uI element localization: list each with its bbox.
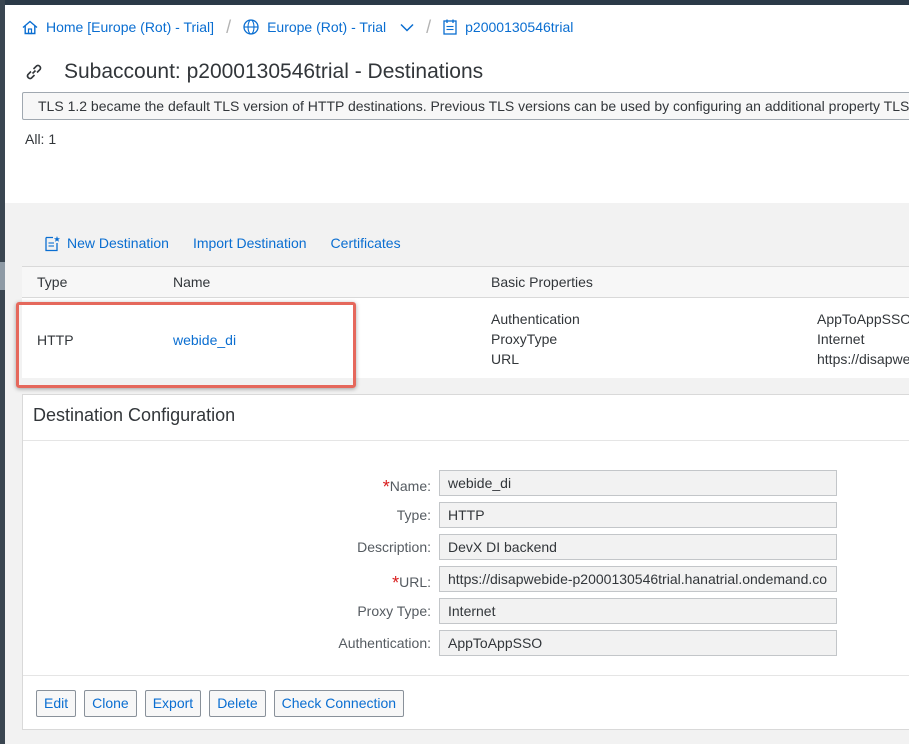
field-type: Type: HTTP: [23, 502, 909, 528]
field-url: *URL: https://disapwebide-p2000130546tri…: [23, 566, 909, 593]
column-type: Type: [37, 274, 68, 290]
breadcrumb-subaccount-label: p2000130546trial: [465, 19, 574, 35]
authentication-field[interactable]: AppToAppSSO: [439, 630, 837, 656]
field-name: *Name: webide_di: [23, 470, 909, 497]
info-banner: TLS 1.2 became the default TLS version o…: [22, 92, 909, 120]
table-header: Type Name Basic Properties: [22, 266, 909, 298]
globe-icon: [243, 19, 259, 35]
row-type: HTTP: [37, 332, 74, 348]
field-authentication: Authentication: AppToAppSSO: [23, 630, 909, 656]
column-basic-properties: Basic Properties: [491, 274, 593, 290]
required-marker: *: [382, 477, 390, 497]
destination-count: All: 1: [25, 131, 57, 147]
subaccount-icon: [443, 19, 457, 35]
config-actions: Edit Clone Export Delete Check Connectio…: [36, 690, 412, 717]
breadcrumb-subaccount[interactable]: p2000130546trial: [443, 19, 573, 35]
property-value: https://disapwe: [817, 351, 909, 367]
config-title: Destination Configuration: [33, 405, 236, 425]
property-value: Internet: [817, 331, 865, 347]
required-marker: *: [392, 573, 400, 593]
field-label: *URL:: [392, 573, 431, 593]
clone-button[interactable]: Clone: [84, 690, 137, 717]
field-label: Proxy Type:: [357, 603, 431, 619]
link-icon: [26, 64, 42, 80]
type-field[interactable]: HTTP: [439, 502, 837, 528]
certificates-button[interactable]: Certificates: [331, 235, 401, 251]
property-key: Authentication: [491, 311, 580, 327]
divider: [23, 675, 909, 676]
breadcrumb-separator: /: [426, 16, 432, 37]
column-name: Name: [173, 274, 211, 290]
property-value: AppToAppSSO: [817, 311, 909, 327]
destination-configuration: Destination Configuration *Name: webide_…: [22, 394, 909, 730]
property-key: ProxyType: [491, 331, 558, 347]
field-proxy-type: Proxy Type: Internet: [23, 598, 909, 624]
field-description: Description: DevX DI backend: [23, 534, 909, 560]
breadcrumb-region[interactable]: Europe (Rot) - Trial: [243, 19, 414, 35]
property-key: URL: [491, 351, 520, 367]
edit-button[interactable]: Edit: [36, 690, 77, 717]
import-destination-label: Import Destination: [192, 235, 307, 251]
breadcrumb: Home [Europe (Rot) - Trial] / Europe (Ro…: [22, 17, 573, 37]
delete-button[interactable]: Delete: [209, 690, 266, 717]
description-field[interactable]: DevX DI backend: [439, 534, 837, 560]
field-label: Authentication:: [338, 635, 431, 651]
export-button[interactable]: Export: [144, 690, 202, 717]
url-field[interactable]: https://disapwebide-p2000130546trial.han…: [439, 566, 837, 592]
destinations-toolbar: New Destination Import Destination Certi…: [44, 232, 429, 254]
row-property-keys: Authentication ProxyType URL: [491, 309, 580, 369]
chevron-down-icon[interactable]: [400, 23, 414, 32]
top-bar: [0, 0, 909, 5]
field-label: *Name:: [382, 477, 431, 497]
table-row[interactable]: HTTP webide_di Authentication ProxyType …: [22, 298, 909, 378]
import-destination-button[interactable]: Import Destination: [193, 235, 307, 251]
certificates-label: Certificates: [330, 235, 401, 251]
breadcrumb-home[interactable]: Home [Europe (Rot) - Trial]: [22, 19, 214, 35]
new-document-icon: [45, 235, 60, 251]
name-field[interactable]: webide_di: [439, 470, 837, 496]
page-header: Subaccount: p2000130546trial - Destinati…: [24, 58, 483, 86]
page-title: Subaccount: p2000130546trial - Destinati…: [64, 60, 484, 83]
breadcrumb-separator: /: [226, 16, 232, 37]
row-name-link[interactable]: webide_di: [173, 332, 236, 348]
new-destination-label: New Destination: [67, 235, 169, 251]
home-icon: [22, 20, 38, 34]
new-destination-button[interactable]: New Destination: [44, 235, 169, 252]
breadcrumb-home-label: Home [Europe (Rot) - Trial]: [46, 19, 215, 35]
field-label: Description:: [357, 539, 431, 555]
check-connection-button[interactable]: Check Connection: [273, 690, 405, 717]
divider: [23, 440, 909, 441]
field-label: Type:: [396, 507, 431, 523]
row-property-values: AppToAppSSO Internet https://disapwe: [817, 309, 909, 369]
destinations-table: Type Name Basic Properties HTTP webide_d…: [22, 266, 909, 378]
proxy-type-field[interactable]: Internet: [439, 598, 837, 624]
breadcrumb-region-label: Europe (Rot) - Trial: [267, 19, 387, 35]
